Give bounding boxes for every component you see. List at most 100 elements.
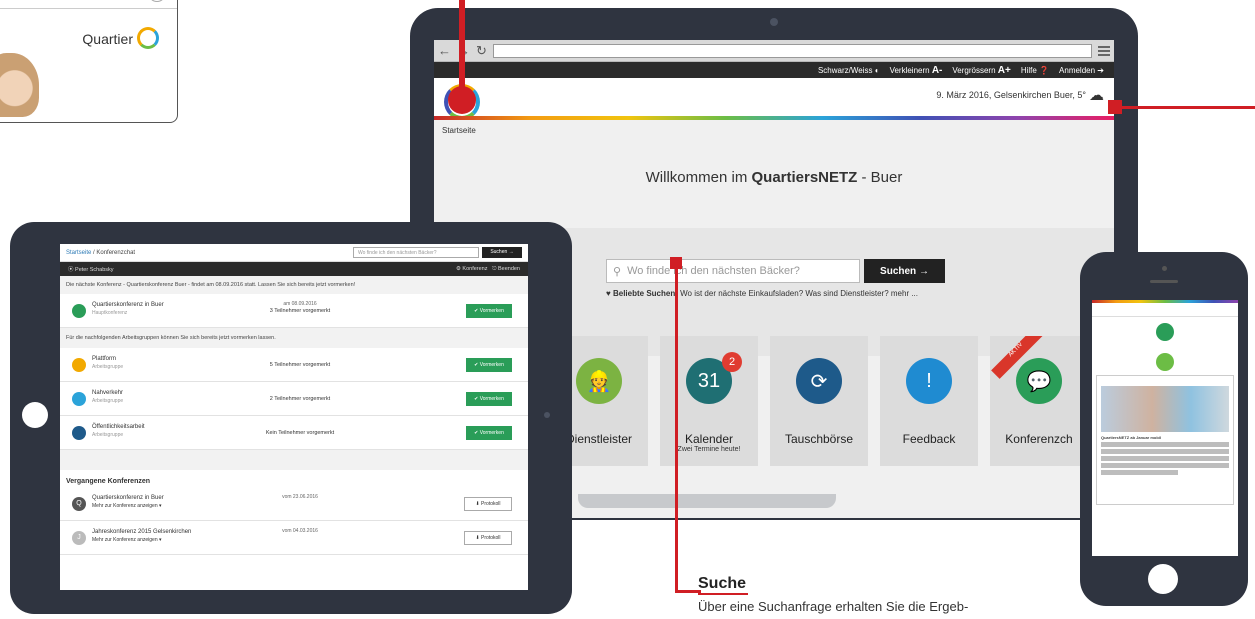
breadcrumb[interactable]: Startseite bbox=[434, 120, 1114, 141]
annotation-dot bbox=[448, 86, 476, 114]
search-button[interactable]: Suchen → bbox=[482, 247, 522, 258]
url-bar[interactable] bbox=[492, 43, 1092, 58]
phone-device: QuartiersNETZ ab Januar mobil bbox=[1080, 252, 1248, 606]
site-header: 9. März 2016, Gelsenkirchen Buer, 5° ☁ bbox=[434, 78, 1114, 120]
back-icon[interactable]: ← bbox=[438, 43, 451, 58]
tablet-search: Wo finde ich den nächsten Bäcker? Suchen… bbox=[353, 247, 522, 258]
browser-toolbar: ← → ↻ bbox=[434, 40, 1114, 62]
group-row: Öffentlichkeitsarbeit Arbeitsgruppe Kein… bbox=[60, 416, 528, 450]
schwarzweiss-link[interactable]: Schwarz/Weiss ◐ bbox=[818, 66, 880, 75]
konferenz-link[interactable]: ⚙ Konferenz bbox=[456, 266, 488, 272]
worker-icon: 👷 bbox=[576, 358, 622, 404]
woman-photo bbox=[0, 53, 39, 117]
vormerken-button[interactable]: ✔ Vormerken bbox=[466, 392, 512, 406]
phone-icons bbox=[1092, 317, 1238, 371]
quartier-logo-icon bbox=[137, 27, 159, 49]
tile-tauschboerse[interactable]: ⟳ Tauschbörse bbox=[770, 336, 868, 466]
user-actions: ⚙ Konferenz ⎋ Beenden bbox=[456, 266, 520, 273]
avatar: J bbox=[72, 531, 86, 545]
groups-note: Für die nachfolgenden Arbeitsgruppen kön… bbox=[60, 328, 528, 348]
vormerken-button[interactable]: ✔ Vormerken bbox=[466, 358, 512, 372]
row-date: am 08.09.2016 bbox=[283, 301, 317, 307]
fragment-top-bar bbox=[0, 0, 177, 9]
chat-icon: 💬 bbox=[1016, 358, 1062, 404]
row-sub: Arbeitsgruppe bbox=[92, 432, 124, 438]
vormerken-button[interactable]: ✔ Vormerken bbox=[466, 426, 512, 440]
spacer-band bbox=[60, 450, 528, 470]
marketing-composite: Quartier ← → ↻ Schwarz/Weiss ◐ Verkleine… bbox=[0, 0, 1255, 619]
annotation-line bbox=[1120, 106, 1255, 109]
vormerken-button[interactable]: ✔ Vormerken bbox=[466, 304, 512, 318]
annotation-text: Über eine Suchanfrage erhalten Sie die E… bbox=[698, 599, 969, 614]
avatar: Q bbox=[72, 497, 86, 511]
vergroessern-link[interactable]: Vergrössern A+ bbox=[952, 65, 1010, 76]
group-icon bbox=[72, 392, 86, 406]
row-count: 5 Teilnehmer vorgemerkt bbox=[269, 362, 331, 368]
more-link[interactable]: Mehr zur Konferenz anzeigen ▾ bbox=[92, 503, 162, 509]
tablet-screen: Startseite / Konferenzchat Wo finde ich … bbox=[60, 244, 528, 590]
protokoll-button[interactable]: ⬇ Protokoll bbox=[464, 497, 512, 511]
past-conference-row: Q Quartierskonferenz in Buer Mehr zur Ko… bbox=[60, 487, 528, 521]
past-conference-row: J Jahreskonferenz 2015 Gelsenkirchen Meh… bbox=[60, 521, 528, 555]
reload-icon[interactable]: ↻ bbox=[476, 43, 487, 59]
row-sub: Hauptkonferenz bbox=[92, 310, 128, 316]
search-input[interactable]: ⚲ Wo finde ich den nächsten Bäcker? bbox=[606, 259, 860, 283]
main-conference-row: Quartierskonferenz in Buer Hauptkonferen… bbox=[60, 294, 528, 328]
user-bar: ⦿ Peter Schabsky ⚙ Konferenz ⎋ Beenden bbox=[60, 262, 528, 276]
rainbow-divider bbox=[434, 116, 1114, 120]
row-count: 3 Teilnehmer vorgemerkt bbox=[269, 308, 331, 314]
tablet-topbar: Startseite / Konferenzchat Wo finde ich … bbox=[60, 244, 528, 262]
group-row: Plattform Arbeitsgruppe 5 Teilnehmer vor… bbox=[60, 348, 528, 382]
tablet-device: Startseite / Konferenzchat Wo finde ich … bbox=[10, 222, 572, 614]
news-title: QuartiersNETZ ab Januar mobil bbox=[1101, 435, 1162, 440]
row-name: Quartierskonferenz in Buer bbox=[92, 495, 164, 501]
tile-label: Tauschbörse bbox=[784, 432, 854, 446]
protokoll-button[interactable]: ⬇ Protokoll bbox=[464, 531, 512, 545]
browser-menu-icon[interactable] bbox=[1098, 45, 1110, 56]
phone-screen: QuartiersNETZ ab Januar mobil bbox=[1092, 300, 1238, 556]
phone-camera bbox=[1162, 266, 1167, 271]
date-location: 9. März 2016, Gelsenkirchen Buer, 5° bbox=[936, 90, 1086, 100]
weather-icon: ☁ bbox=[1089, 87, 1104, 104]
phone-header bbox=[1092, 303, 1238, 317]
beenden-link[interactable]: ⎋ Beenden bbox=[492, 266, 520, 272]
annotation-line bbox=[459, 0, 465, 88]
tile-label: Konferenzch bbox=[1005, 432, 1073, 446]
row-count: Kein Teilnehmer vorgemerkt bbox=[265, 430, 335, 436]
tile-konferenzchat[interactable]: AKTIV 💬 Konferenzch bbox=[990, 336, 1088, 466]
tile-feedback[interactable]: ! Feedback bbox=[880, 336, 978, 466]
laptop-base bbox=[578, 494, 836, 508]
phone-speaker bbox=[1150, 280, 1178, 283]
row-name: Nahverkehr bbox=[92, 390, 124, 396]
hilfe-link[interactable]: Hilfe ❓ bbox=[1021, 66, 1049, 75]
search-button[interactable]: Suchen → bbox=[864, 259, 945, 283]
tile-label: Feedback bbox=[902, 432, 956, 446]
chat-icon[interactable] bbox=[1156, 323, 1174, 341]
laptop-camera bbox=[770, 18, 778, 26]
phone-home-button[interactable] bbox=[1148, 564, 1178, 594]
past-conferences-title: Vergangene Konferenzen bbox=[66, 478, 151, 485]
accessibility-nav: Schwarz/Weiss ◐ Verkleinern A- Vergrösse… bbox=[434, 62, 1114, 78]
row-sub: Arbeitsgruppe bbox=[92, 398, 124, 404]
news-photo bbox=[1101, 386, 1229, 432]
news-card[interactable]: QuartiersNETZ ab Januar mobil bbox=[1096, 375, 1234, 505]
fragment-card: Quartier bbox=[0, 0, 178, 123]
search-input[interactable]: Wo finde ich den nächsten Bäcker? bbox=[353, 247, 479, 258]
tablet-home-button[interactable] bbox=[22, 402, 48, 428]
row-name: Plattform bbox=[92, 356, 117, 362]
group-row: Nahverkehr Arbeitsgruppe 2 Teilnehmer vo… bbox=[60, 382, 528, 416]
group-icon bbox=[72, 358, 86, 372]
tablet-camera bbox=[544, 412, 550, 418]
row-name: Jahreskonferenz 2015 Gelsenkirchen bbox=[92, 529, 192, 535]
more-link[interactable]: Mehr zur Konferenz anzeigen ▾ bbox=[92, 537, 162, 543]
row-name: Quartierskonferenz in Buer bbox=[92, 302, 164, 308]
annotation-title: Suche bbox=[698, 575, 747, 592]
group-icon bbox=[72, 426, 86, 440]
verkleinern-link[interactable]: Verkleinern A- bbox=[890, 65, 943, 76]
user-icon[interactable] bbox=[1156, 353, 1174, 371]
anmelden-link[interactable]: Anmelden ➔ bbox=[1059, 66, 1104, 75]
next-conference-note: Die nächste Konferenz - Quartierskonfere… bbox=[60, 276, 528, 294]
row-date: vom 23.06.2016 bbox=[282, 494, 318, 500]
popular-searches: ♥ Beliebte Suchen: Wo ist der nächste Ei… bbox=[606, 289, 918, 298]
welcome-heading: Willkommen im QuartiersNETZ - Buer bbox=[645, 169, 903, 186]
